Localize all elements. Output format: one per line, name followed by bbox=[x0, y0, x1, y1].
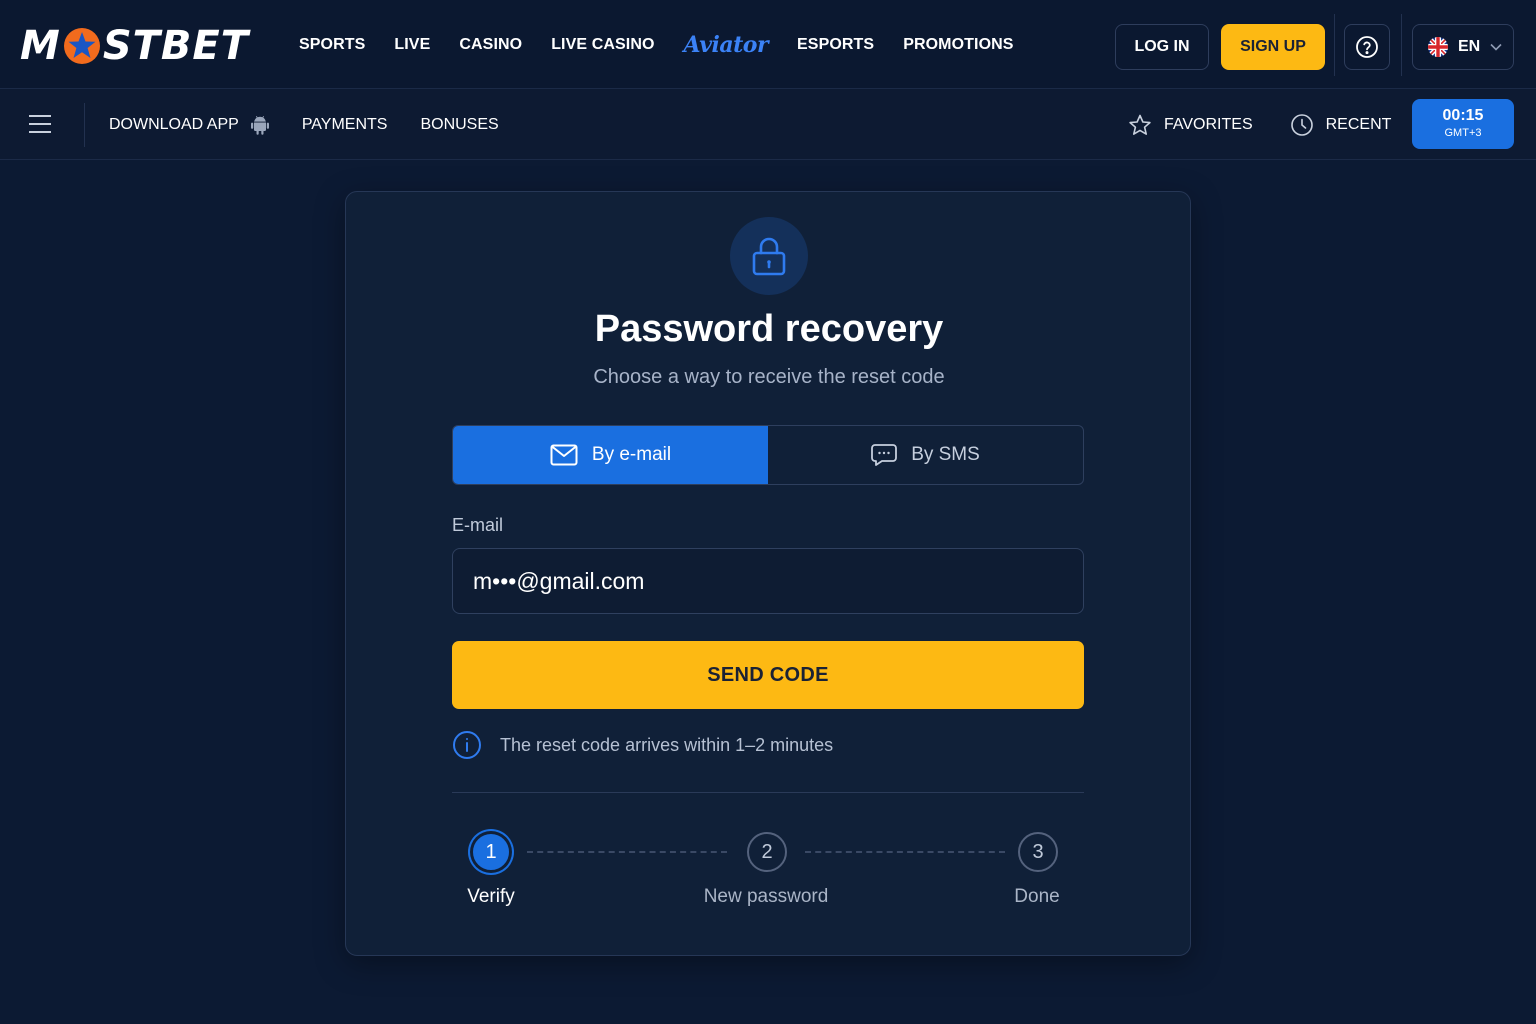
download-app-label: DOWNLOAD APP bbox=[109, 115, 239, 133]
logo-letter: M bbox=[20, 23, 61, 69]
password-recovery-card: Password recovery Choose a way to receiv… bbox=[345, 191, 1191, 956]
step-3-label: Done bbox=[1014, 886, 1060, 907]
step-connector bbox=[805, 851, 1005, 853]
clock-time: 00:15 bbox=[1442, 107, 1484, 124]
star-icon bbox=[1129, 114, 1151, 135]
recent-link[interactable]: RECENT bbox=[1290, 113, 1392, 137]
reset-hint-text: The reset code arrives within 1–2 minute… bbox=[500, 734, 834, 755]
bonuses-link[interactable]: BONUSES bbox=[420, 116, 498, 134]
header-divider bbox=[1334, 14, 1335, 76]
mail-icon bbox=[550, 444, 578, 466]
lock-icon bbox=[752, 237, 786, 276]
payments-link[interactable]: PAYMENTS bbox=[302, 116, 388, 134]
mostbet-logo[interactable]: M STBET bbox=[20, 23, 250, 69]
step-1-indicator: 1 bbox=[473, 834, 509, 870]
step-3-indicator: 3 bbox=[1018, 832, 1058, 872]
method-tabs: By e-mail By SMS bbox=[452, 425, 1084, 485]
signup-button[interactable]: SIGN UP bbox=[1221, 24, 1325, 70]
nav-esports[interactable]: ESPORTS bbox=[797, 36, 874, 54]
user-shortcuts: FAVORITES RECENT bbox=[1128, 89, 1391, 160]
step-2-label: New password bbox=[703, 886, 829, 907]
step-1-label: Verify bbox=[467, 886, 515, 907]
top-header: M STBET SPORTS LIVE CASINO LIVE CASINO A… bbox=[0, 0, 1536, 89]
chat-icon bbox=[871, 444, 898, 466]
tab-sms[interactable]: By SMS bbox=[768, 426, 1083, 484]
sub-nav: DOWNLOAD APP PAYMENTS BONUSES bbox=[109, 89, 532, 160]
favorites-link[interactable]: FAVORITES bbox=[1128, 113, 1253, 137]
recent-label: RECENT bbox=[1325, 115, 1392, 133]
nav-live-casino[interactable]: LIVE CASINO bbox=[551, 36, 654, 54]
secondary-nav: DOWNLOAD APP PAYMENTS BONUSES FAVORITES bbox=[0, 89, 1536, 160]
reset-hint: The reset code arrives within 1–2 minute… bbox=[452, 729, 833, 761]
clock-timezone: GMT+3 bbox=[1444, 127, 1482, 139]
step-2-indicator: 2 bbox=[747, 832, 787, 872]
page-title: Password recovery bbox=[594, 308, 944, 350]
section-divider bbox=[452, 792, 1084, 793]
site-clock: 00:15 GMT+3 bbox=[1412, 99, 1514, 149]
nav-casino[interactable]: CASINO bbox=[459, 36, 522, 54]
logo-text: STBET bbox=[102, 23, 250, 69]
nav-live[interactable]: LIVE bbox=[394, 36, 430, 54]
tab-email-label: By e-mail bbox=[591, 444, 672, 465]
hamburger-menu-icon[interactable] bbox=[28, 113, 52, 135]
send-code-button[interactable]: SEND CODE bbox=[452, 641, 1084, 709]
language-selector[interactable]: EN bbox=[1412, 24, 1514, 70]
header-divider bbox=[1401, 14, 1402, 76]
page-subtitle: Choose a way to receive the reset code bbox=[593, 366, 945, 388]
subbar-divider bbox=[84, 103, 85, 147]
login-button[interactable]: LOG IN bbox=[1115, 24, 1209, 70]
clock-icon bbox=[1290, 113, 1313, 136]
step-connector bbox=[527, 851, 727, 853]
nav-aviator[interactable]: Aviator bbox=[684, 32, 769, 58]
email-field[interactable]: m•••@gmail.com bbox=[452, 548, 1084, 614]
lock-badge bbox=[730, 217, 808, 295]
android-icon bbox=[250, 115, 269, 135]
question-circle-icon bbox=[1356, 36, 1378, 58]
chevron-down-icon bbox=[1490, 43, 1502, 51]
language-label: EN bbox=[1458, 38, 1481, 55]
nav-sports[interactable]: SPORTS bbox=[299, 36, 365, 54]
email-field-label: E-mail bbox=[452, 515, 504, 535]
uk-flag-icon bbox=[1428, 37, 1448, 57]
download-app-link[interactable]: DOWNLOAD APP bbox=[109, 115, 269, 135]
tab-sms-label: By SMS bbox=[911, 444, 980, 465]
nav-promotions[interactable]: PROMOTIONS bbox=[903, 36, 1013, 54]
help-button[interactable] bbox=[1344, 24, 1390, 70]
favorites-label: FAVORITES bbox=[1164, 115, 1253, 133]
main-nav: SPORTS LIVE CASINO LIVE CASINO Aviator E… bbox=[299, 0, 1043, 89]
info-icon bbox=[453, 731, 481, 759]
tab-email[interactable]: By e-mail bbox=[453, 426, 768, 484]
logo-star-icon bbox=[63, 28, 100, 64]
